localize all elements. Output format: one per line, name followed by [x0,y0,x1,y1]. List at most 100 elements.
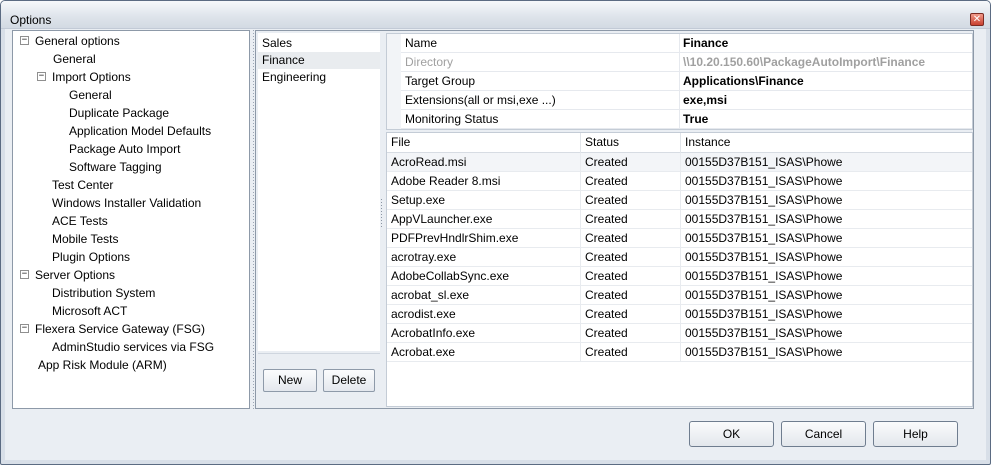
column-header-instance[interactable]: Instance [681,133,972,153]
package-list[interactable]: Sales Finance Engineering [258,33,380,351]
tree-item-duplicate-package[interactable]: Duplicate Package [69,104,169,122]
property-label: Name [404,34,680,53]
property-value: \\10.20.150.60\PackageAutoImport\Finance [683,55,926,69]
instance-cell: 00155D37B151_ISAS\Phowe [685,155,843,169]
tree-item-plugin-options[interactable]: Plugin Options [52,248,130,266]
tree-item-label: General [69,88,112,102]
property-label: Directory [404,53,680,72]
tree-item-application-model-defaults[interactable]: Application Model Defaults [69,122,211,140]
list-item-engineering[interactable]: Engineering [258,69,380,86]
row-gutter [387,72,401,91]
table-row[interactable]: PDFPrevHndlrShim.exe Created 00155D37B151_… [387,229,972,248]
table-row[interactable]: Setup.exe Created 00155D37B151_ISAS\Phowe [387,191,972,210]
tree-item-label: Application Model Defaults [69,124,212,138]
tree-item-label: Microsoft ACT [52,304,128,318]
property-value[interactable]: exe,msi [683,91,972,110]
list-button-bar: New Delete [258,353,380,405]
file-cell: Acrobat.exe [387,343,581,362]
property-row-monitoring-status[interactable]: Monitoring Status True [387,110,972,129]
table-row[interactable]: acrotray.exe Created 00155D37B151_ISAS\Pho… [387,248,972,267]
file-cell: AcroRead.msi [387,153,581,172]
status-cell: Created [581,286,681,305]
tree-item-label: AdminStudio services via FSG [52,340,215,354]
tree-item-label: App Risk Module (ARM) [38,358,167,372]
column-header-file[interactable]: File [387,133,581,153]
table-row[interactable]: AcroRead.msi Created 00155D37B151_ISAS\Pho… [387,153,972,172]
new-button[interactable]: New [263,369,317,392]
tree-item-microsoft-act[interactable]: Microsoft ACT [52,302,127,320]
tree-item-label: ACE Tests [52,214,108,228]
tree-item-import-general[interactable]: General [69,86,112,104]
property-label: Target Group [404,72,680,91]
close-icon[interactable]: ✕ [970,13,984,26]
tree-item-package-auto-import[interactable]: Package Auto Import [69,140,180,158]
property-row-target-group[interactable]: Target Group Applications\Finance [387,72,972,91]
table-row[interactable]: acrodist.exe Created 00155D37B151_ISAS\Pho… [387,305,972,324]
tree-item-test-center[interactable]: Test Center [52,176,113,194]
row-gutter [387,91,401,110]
file-cell: AdobeCollabSync.exe [387,267,581,286]
file-cell: acrodist.exe [387,305,581,324]
list-item-finance[interactable]: Finance [258,52,380,69]
property-value[interactable]: Applications\Finance [683,72,972,91]
instance-cell: 00155D37B151_ISAS\Phowe [685,250,843,264]
options-tree[interactable]: − General options General − Import Optio… [12,30,250,409]
property-value[interactable]: Finance [683,34,972,53]
tree-item-software-tagging[interactable]: Software Tagging [69,158,162,176]
table-row[interactable]: Adobe Reader 8.msi Created 00155D37B151_IS… [387,172,972,191]
status-cell: Created [581,267,681,286]
table-row[interactable]: acrobat_sl.exe Created 00155D37B151_ISAS\P… [387,286,972,305]
ok-button[interactable]: OK [689,421,774,447]
property-label: Extensions(all or msi,exe ...) [404,91,680,110]
property-row-directory[interactable]: Directory \\10.20.150.60\PackageAutoImpo… [387,53,972,72]
row-gutter [387,53,401,72]
tree-item-general[interactable]: General [53,50,96,68]
collapse-icon[interactable]: − [37,72,46,81]
file-cell: AcrobatInfo.exe [387,324,581,343]
instance-cell: 00155D37B151_ISAS\Phowe [685,269,843,283]
options-dialog: Options ✕ − General options General − Im… [0,0,991,465]
tree-item-ace-tests[interactable]: ACE Tests [52,212,108,230]
instance-cell: 00155D37B151_ISAS\Phowe [685,212,843,226]
property-label: Monitoring Status [404,110,680,129]
tree-item-label: Distribution System [52,286,156,300]
property-value[interactable]: True [683,110,972,129]
instance-cell: 00155D37B151_ISAS\Phowe [685,345,843,359]
tree-item-label: Server Options [35,268,116,282]
status-cell: Created [581,191,681,210]
column-header-status[interactable]: Status [581,133,681,153]
tree-item-adminstudio-services[interactable]: AdminStudio services via FSG [52,338,214,356]
collapse-icon[interactable]: − [20,36,29,45]
table-row[interactable]: Acrobat.exe Created 00155D37B151_ISAS\Phow… [387,343,972,362]
file-cell: PDFPrevHndlrShim.exe [387,229,581,248]
instance-cell: 00155D37B151_ISAS\Phowe [685,231,843,245]
tree-item-mobile-tests[interactable]: Mobile Tests [52,230,118,248]
status-cell: Created [581,229,681,248]
delete-button[interactable]: Delete [323,369,375,392]
collapse-icon[interactable]: − [20,270,29,279]
tree-item-label: Software Tagging [69,160,162,174]
table-row[interactable]: AcrobatInfo.exe Created 00155D37B151_ISAS\… [387,324,972,343]
instance-cell: 00155D37B151_ISAS\Phowe [685,174,843,188]
status-cell: Created [581,153,681,172]
tree-item-label: General options [35,34,120,48]
help-button[interactable]: Help [873,421,958,447]
collapse-icon[interactable]: − [20,324,29,333]
status-cell: Created [581,172,681,191]
list-splitter[interactable] [380,199,384,229]
tree-item-app-risk-module[interactable]: App Risk Module (ARM) [38,356,167,374]
property-row-extensions[interactable]: Extensions(all or msi,exe ...) exe,msi [387,91,972,110]
tree-item-windows-installer-validation[interactable]: Windows Installer Validation [52,194,201,212]
status-cell: Created [581,210,681,229]
file-cell: AppVLauncher.exe [387,210,581,229]
tree-item-label: Test Center [52,178,114,192]
tree-item-label: Windows Installer Validation [52,196,202,210]
property-row-name[interactable]: Name Finance [387,34,972,53]
tree-item-distribution-system[interactable]: Distribution System [52,284,155,302]
cancel-button[interactable]: Cancel [781,421,866,447]
list-item-sales[interactable]: Sales [258,35,380,52]
instance-cell: 00155D37B151_ISAS\Phowe [685,193,843,207]
table-row[interactable]: AppVLauncher.exe Created 00155D37B151_ISAS… [387,210,972,229]
window-title: Options [10,13,52,27]
table-row[interactable]: AdobeCollabSync.exe Created 00155D37B151_I… [387,267,972,286]
